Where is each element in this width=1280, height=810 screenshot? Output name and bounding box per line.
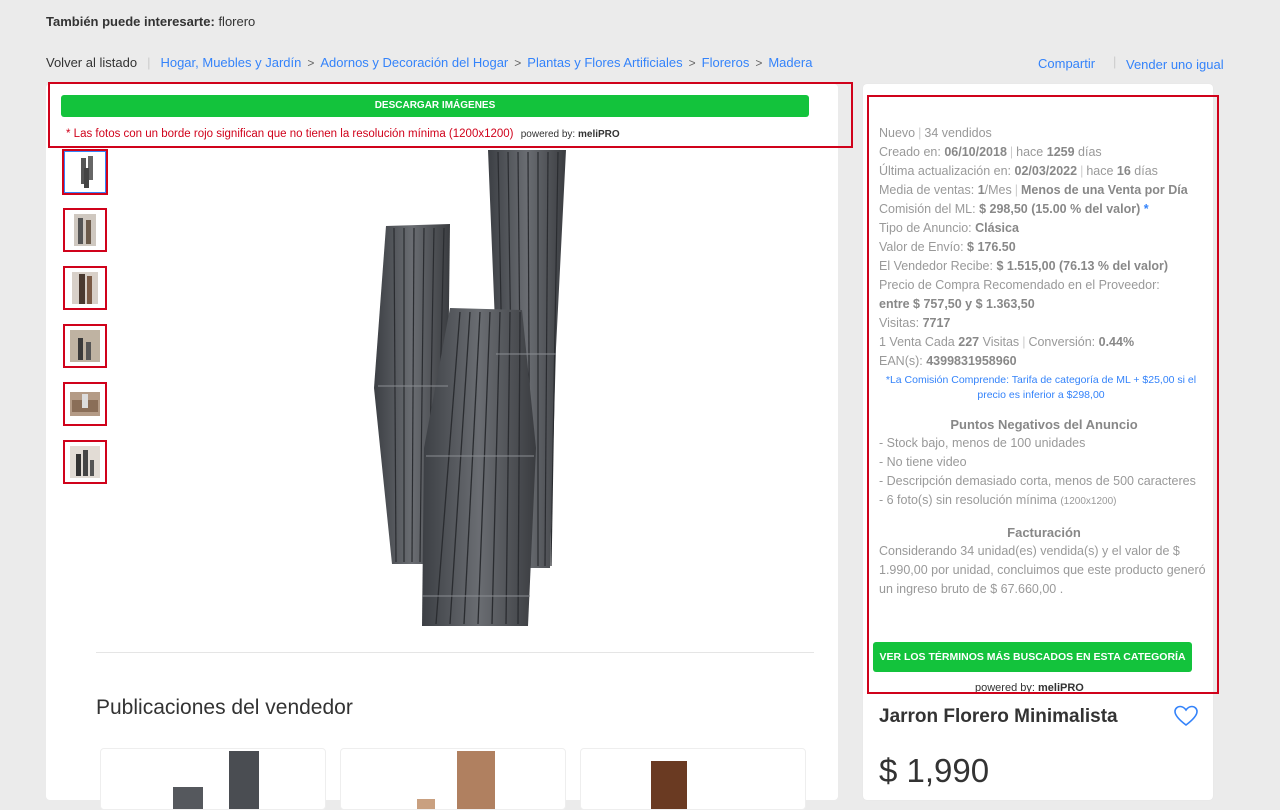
seller-publications-title: Publicaciones del vendedor [96,696,353,719]
section-divider [96,652,814,653]
breadcrumb-divider: | [147,55,151,70]
chevron-right-icon: > [514,55,522,70]
vase-thumbnail-image [72,272,98,304]
melipro-images-frame [48,82,853,148]
vase-thumbnail-image [81,156,93,188]
breadcrumb-item-hogar[interactable]: Hogar, Muebles y Jardín [160,55,301,70]
vase-thumbnail-image [70,392,100,416]
thumbnail-6[interactable] [63,440,107,484]
breadcrumb-item-madera[interactable]: Madera [768,55,812,70]
publication-image [651,761,687,809]
chevron-right-icon: > [688,55,696,70]
breadcrumb-item-adornos[interactable]: Adornos y Decoración del Hogar [320,55,508,70]
thumbnail-5[interactable] [63,382,107,426]
heart-icon[interactable] [1174,705,1198,727]
seller-publication-card[interactable] [340,748,566,810]
thumbnail-list [62,149,108,498]
actions-divider: | [1113,54,1117,69]
thumbnail-2[interactable] [63,208,107,252]
publication-image [417,751,495,809]
back-to-list-link[interactable]: Volver al listado [46,55,137,70]
seller-publication-card[interactable] [100,748,326,810]
breadcrumb: Volver al listado | Hogar, Muebles y Jar… [46,55,812,70]
breadcrumb-item-floreros[interactable]: Floreros [702,55,750,70]
suggestion-label: También puede interesarte: [46,14,215,29]
product-main-image [374,150,566,626]
vase-thumbnail-image [70,446,100,478]
share-link[interactable]: Compartir [1038,56,1095,71]
thumbnail-1[interactable] [62,149,108,195]
product-title: Jarron Florero Minimalista [879,706,1118,727]
sell-same-link[interactable]: Vender uno igual [1126,57,1224,72]
publication-image [173,751,259,809]
seller-publication-card[interactable] [580,748,806,810]
chevron-right-icon: > [307,55,315,70]
chevron-right-icon: > [755,55,763,70]
thumbnail-3[interactable] [63,266,107,310]
vase-thumbnail-image [70,330,100,362]
vase-thumbnail-image [74,214,96,246]
product-price: $ 1,990 [879,752,990,789]
suggestion-link[interactable]: florero [218,14,255,29]
melipro-stats-frame [867,95,1219,694]
breadcrumb-item-plantas[interactable]: Plantas y Flores Artificiales [527,55,682,70]
thumbnail-4[interactable] [63,324,107,368]
related-suggestion: También puede interesarte: florero [46,14,255,29]
